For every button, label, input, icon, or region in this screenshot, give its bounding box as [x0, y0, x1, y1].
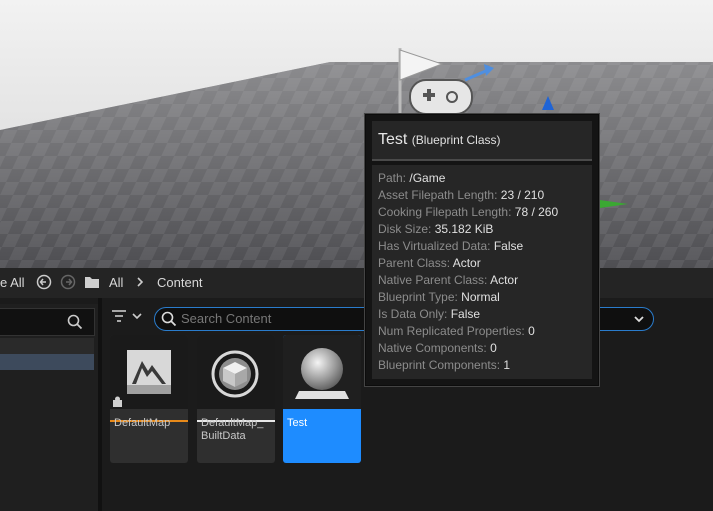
tooltip-row: Path: /Game: [378, 171, 445, 185]
tooltip-subtitle: (Blueprint Class): [411, 133, 501, 147]
tree-item[interactable]: [0, 338, 94, 354]
tooltip-value: /Game: [409, 171, 446, 185]
puzzle-icon: [113, 396, 122, 407]
gamepad-icon: [409, 79, 473, 115]
tooltip-key: Parent Class:: [378, 256, 451, 270]
tooltip-key: Asset Filepath Length:: [378, 188, 498, 202]
chevron-right-icon: [135, 276, 145, 291]
content-browser-navbar: e All All Content: [0, 268, 713, 298]
tooltip-header: Test (Blueprint Class): [372, 121, 592, 161]
tooltip-value: 23 / 210: [500, 188, 545, 202]
breadcrumb-partial[interactable]: e All: [0, 275, 25, 290]
tooltip-row: Blueprint Components: 1: [378, 358, 510, 372]
tooltip-key: Blueprint Type:: [378, 290, 458, 304]
tooltip-row: Native Components: 0: [378, 341, 497, 355]
chevron-down-icon[interactable]: [633, 312, 645, 330]
tooltip-value: Actor: [490, 273, 519, 287]
tooltip-title-line: Test (Blueprint Class): [378, 131, 501, 149]
tooltip-key: Native Parent Class:: [378, 273, 488, 287]
builtdata-icon: [211, 350, 259, 398]
tooltip-row: Cooking Filepath Length: 78 / 260: [378, 205, 558, 219]
asset-name: Test: [287, 417, 308, 429]
content-browser: DefaultMap DefaultMap_ BuiltData: [0, 298, 713, 511]
tooltip-title: Test: [378, 131, 408, 148]
search-icon[interactable]: [67, 314, 83, 335]
tooltip-value: False: [493, 239, 524, 253]
asset-type-underline: [110, 409, 188, 422]
tooltip-key: Has Virtualized Data:: [378, 239, 491, 253]
tooltip-row: Asset Filepath Length: 23 / 210: [378, 188, 544, 202]
tooltip-row: Blueprint Type: Normal: [378, 290, 500, 304]
asset-tile-defaultmap-builtdata[interactable]: DefaultMap_ BuiltData: [197, 335, 275, 463]
sources-search[interactable]: [0, 308, 95, 336]
tooltip-key: Cooking Filepath Length:: [378, 205, 512, 219]
tree-item-selected[interactable]: [0, 354, 94, 370]
asset-name: DefaultMap: [114, 417, 171, 429]
level-viewport[interactable]: [0, 0, 713, 268]
tooltip-value: Actor: [452, 256, 481, 270]
asset-name: DefaultMap_ BuiltData: [201, 417, 264, 442]
tooltip-row: Has Virtualized Data: False: [378, 239, 523, 253]
tooltip-key: Num Replicated Properties:: [378, 324, 525, 338]
breadcrumb-root[interactable]: All: [109, 275, 123, 290]
back-arrow-icon[interactable]: [36, 274, 52, 293]
filter-button[interactable]: [110, 308, 144, 329]
folder-icon: [84, 275, 100, 292]
map-icon: [113, 350, 171, 407]
tooltip-value: 1: [503, 358, 511, 372]
filter-icon: [112, 310, 142, 322]
tooltip-row: Parent Class: Actor: [378, 256, 481, 270]
tooltip-value: 78 / 260: [514, 205, 559, 219]
panel-splitter[interactable]: [98, 298, 102, 511]
asset-tile-test[interactable]: Test: [283, 335, 361, 463]
asset-type-underline: [197, 409, 275, 422]
sphere-icon: [295, 348, 349, 399]
tooltip-value: Normal: [461, 290, 500, 304]
tooltip-key: Disk Size:: [378, 222, 432, 236]
tooltip-row: Disk Size: 35.182 KiB: [378, 222, 493, 236]
tooltip-value: 35.182 KiB: [434, 222, 494, 236]
tooltip-body: Path: /Game Asset Filepath Length: 23 / …: [372, 165, 592, 379]
tooltip-key: Is Data Only:: [378, 307, 448, 321]
tooltip-key: Native Components:: [378, 341, 487, 355]
tooltip-value: 0: [490, 341, 497, 355]
asset-thumbnail: [197, 335, 275, 409]
tooltip-value: False: [450, 307, 481, 321]
tooltip-row: Native Parent Class: Actor: [378, 273, 518, 287]
tooltip-row: Is Data Only: False: [378, 307, 480, 321]
tooltip-key: Blueprint Components:: [378, 358, 501, 372]
search-icon: [161, 311, 177, 332]
forward-arrow-icon[interactable]: [60, 274, 76, 293]
viewport-floor: [0, 48, 713, 268]
breadcrumb-current[interactable]: Content: [157, 275, 203, 290]
sources-panel: [0, 304, 98, 511]
tooltip-value: 0: [528, 324, 535, 338]
asset-tooltip: Test (Blueprint Class) Path: /Game Asset…: [365, 114, 599, 386]
asset-thumbnail: [110, 335, 188, 409]
asset-tile-defaultmap[interactable]: DefaultMap: [110, 335, 188, 463]
tooltip-row: Num Replicated Properties: 0: [378, 324, 535, 338]
asset-thumbnail: [283, 335, 361, 409]
tooltip-key: Path:: [378, 171, 407, 185]
